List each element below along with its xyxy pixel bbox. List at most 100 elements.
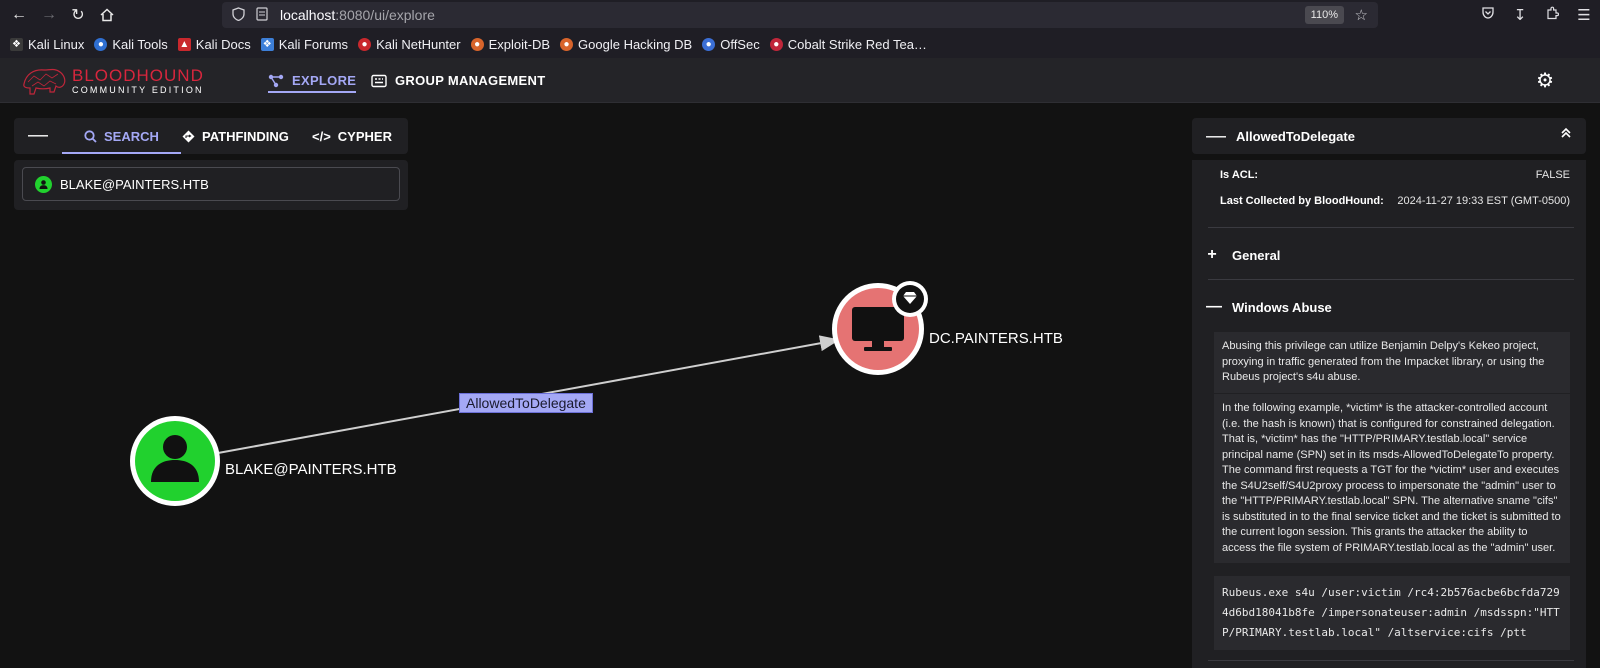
url-path: :8080/ui/explore bbox=[335, 7, 435, 23]
edge-info-header: — AllowedToDelegate bbox=[1192, 118, 1586, 154]
prop-key: Last Collected by BloodHound: bbox=[1220, 195, 1384, 207]
zoom-level-badge[interactable]: 110% bbox=[1304, 6, 1344, 24]
search-input[interactable]: BLAKE@PAINTERS.HTB bbox=[22, 167, 400, 201]
node-label-blake: BLAKE@PAINTERS.HTB bbox=[225, 461, 397, 478]
nav-group-label: GROUP MANAGEMENT bbox=[395, 73, 546, 88]
bookmark-offsec[interactable]: ● OffSec bbox=[702, 37, 760, 52]
forward-icon[interactable]: → bbox=[34, 0, 64, 30]
bloodhound-dog-icon bbox=[23, 68, 66, 95]
edge-info-title: AllowedToDelegate bbox=[1236, 128, 1355, 144]
bookmark-cobalt-strike[interactable]: ● Cobalt Strike Red Tea… bbox=[769, 37, 927, 52]
kali-tools-icon: ● bbox=[94, 37, 108, 51]
collapse-panel-icon[interactable]: — bbox=[1206, 125, 1226, 148]
settings-gear-icon[interactable]: ⚙ bbox=[1536, 68, 1554, 93]
bookmarks-bar: ❖ Kali Linux ● Kali Tools ▲ Kali Docs ❖ Kali… bbox=[0, 30, 1600, 58]
section-general-label: General bbox=[1232, 247, 1281, 263]
tab-cypher[interactable]: </> CYPHER bbox=[312, 118, 392, 154]
collapse-search-icon[interactable]: — bbox=[28, 124, 48, 147]
pocket-icon[interactable] bbox=[1480, 6, 1496, 24]
logo-line2: COMMUNITY EDITION bbox=[72, 85, 204, 95]
nav-group-management-tab[interactable]: GROUP MANAGEMENT bbox=[371, 58, 545, 103]
logo-text: BLOODHOUND COMMUNITY EDITION bbox=[72, 67, 204, 95]
cobalt-strike-icon: ● bbox=[769, 37, 783, 51]
prop-is-acl: Is ACL: FALSE bbox=[1220, 169, 1570, 181]
bookmark-label: OffSec bbox=[720, 36, 760, 52]
search-icon bbox=[84, 129, 97, 143]
prop-last-collected: Last Collected by BloodHound: 2024-11-27… bbox=[1220, 195, 1570, 207]
kali-forums-icon: ❖ bbox=[260, 37, 274, 51]
app-header: BLOODHOUND COMMUNITY EDITION EXPLORE GRO… bbox=[0, 58, 1600, 103]
code-icon: </> bbox=[312, 128, 331, 144]
user-node-icon bbox=[35, 175, 52, 193]
edge-info-body[interactable]: Is ACL: FALSE Last Collected by BloodHou… bbox=[1192, 160, 1586, 668]
tab-search-label: SEARCH bbox=[104, 128, 159, 144]
abuse-code-block: Rubeus.exe s4u /user:victim /rc4:2b576ac… bbox=[1214, 576, 1570, 650]
offsec-icon: ● bbox=[702, 37, 716, 51]
bookmark-label: Kali NetHunter bbox=[376, 36, 461, 52]
exploit-db-icon: ● bbox=[470, 37, 484, 51]
extensions-icon[interactable] bbox=[1544, 6, 1560, 24]
prop-value: 2024-11-27 19:33 EST (GMT-0500) bbox=[1397, 195, 1570, 207]
chevron-double-up-icon[interactable] bbox=[1560, 126, 1572, 142]
divider bbox=[1208, 660, 1574, 661]
bloodhound-logo[interactable]: BLOODHOUND COMMUNITY EDITION bbox=[20, 64, 204, 98]
ghdb-icon: ● bbox=[560, 37, 574, 51]
prop-key: Is ACL: bbox=[1220, 169, 1259, 181]
bookmark-label: Kali Linux bbox=[28, 36, 85, 52]
nav-explore-label: EXPLORE bbox=[292, 73, 357, 88]
tab-pathfinding-label: PATHFINDING bbox=[202, 128, 289, 144]
reload-icon[interactable]: ↻ bbox=[63, 0, 93, 30]
search-tabs-panel: — SEARCH PATHFINDING </> CYPHER bbox=[14, 118, 408, 154]
bookmark-label: Kali Forums bbox=[278, 36, 349, 52]
section-windows-label: Windows Abuse bbox=[1232, 299, 1332, 315]
shield-icon[interactable] bbox=[232, 6, 250, 24]
node-label-dc: DC.PAINTERS.HTB bbox=[929, 330, 1063, 347]
edge-label-allowedtodelegate[interactable]: AllowedToDelegate bbox=[459, 393, 593, 413]
search-box-container: BLAKE@PAINTERS.HTB bbox=[14, 160, 408, 210]
bookmark-kali-nethunter[interactable]: ● Kali NetHunter bbox=[358, 37, 461, 52]
bookmark-kali-forums[interactable]: ❖ Kali Forums bbox=[260, 36, 349, 52]
home-icon[interactable] bbox=[92, 0, 122, 30]
bookmark-label: Exploit-DB bbox=[488, 36, 551, 52]
bookmark-exploit-db[interactable]: ● Exploit-DB bbox=[470, 36, 551, 52]
browser-toolbar: ← → ↻ localhost:8080/ui/explore 110% ☆ ↧… bbox=[0, 0, 1600, 30]
url-text[interactable]: localhost:8080/ui/explore bbox=[280, 7, 435, 23]
divider bbox=[1208, 279, 1574, 280]
url-host: localhost bbox=[280, 7, 336, 23]
tab-search[interactable]: SEARCH bbox=[62, 118, 181, 154]
bookmark-label: Kali Docs bbox=[195, 36, 251, 52]
section-windows-abuse[interactable]: — Windows Abuse bbox=[1206, 298, 1332, 316]
group-management-icon bbox=[371, 74, 387, 87]
graph-node-blake[interactable] bbox=[130, 416, 220, 506]
abuse-paragraph-1: Abusing this privilege can utilize Benja… bbox=[1214, 332, 1570, 393]
collapse-minus-icon: — bbox=[1206, 298, 1222, 315]
back-icon[interactable]: ← bbox=[4, 0, 34, 30]
edge-info-panel: — AllowedToDelegate Is ACL: FALSE Last C… bbox=[1192, 118, 1586, 668]
bookmark-label: Google Hacking DB bbox=[578, 36, 693, 52]
menu-icon[interactable]: ☰ bbox=[1576, 6, 1592, 24]
bookmark-kali-tools[interactable]: ● Kali Tools bbox=[94, 36, 168, 52]
bookmark-google-hacking-db[interactable]: ● Google Hacking DB bbox=[560, 37, 692, 52]
expand-plus-icon: + bbox=[1207, 246, 1217, 263]
bookmark-label: Kali Tools bbox=[112, 36, 168, 52]
divider bbox=[1208, 227, 1574, 228]
logo-line1: BLOODHOUND bbox=[72, 66, 204, 85]
tab-pathfinding[interactable]: PATHFINDING bbox=[182, 118, 289, 154]
url-bar[interactable]: localhost:8080/ui/explore 110% ☆ bbox=[222, 2, 1378, 28]
nav-explore-tab[interactable]: EXPLORE bbox=[268, 58, 357, 103]
tab-cypher-label: CYPHER bbox=[337, 128, 392, 144]
bookmark-kali-linux[interactable]: ❖ Kali Linux bbox=[10, 37, 84, 52]
kali-docs-icon: ▲ bbox=[177, 37, 191, 51]
page-info-icon[interactable] bbox=[256, 6, 272, 24]
bookmark-star-icon[interactable]: ☆ bbox=[1355, 6, 1368, 24]
kali-dragon-icon: ❖ bbox=[10, 37, 23, 51]
pathfinding-icon bbox=[182, 130, 195, 142]
graph-node-dc[interactable] bbox=[832, 281, 928, 375]
downloads-icon[interactable]: ↧ bbox=[1512, 6, 1528, 24]
section-general[interactable]: + General bbox=[1206, 246, 1280, 264]
high-value-diamond-icon bbox=[892, 281, 928, 317]
browser-right-icons: ↧ ☰ bbox=[1480, 0, 1592, 30]
bookmark-kali-docs[interactable]: ▲ Kali Docs bbox=[177, 36, 251, 52]
abuse-paragraph-2: In the following example, *victim* is th… bbox=[1214, 394, 1570, 563]
nethunter-icon: ● bbox=[358, 37, 372, 51]
